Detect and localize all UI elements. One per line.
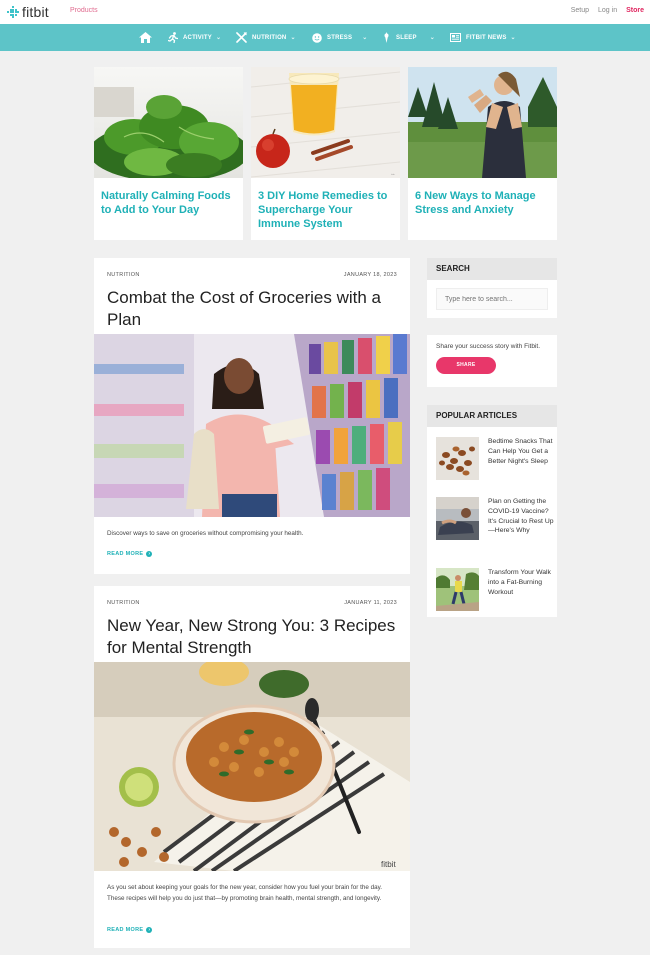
smile-icon (312, 32, 322, 43)
article-description: Discover ways to save on groceries witho… (107, 530, 304, 537)
popular-thumb-snacks[interactable] (436, 437, 479, 480)
nav-stress-label: STRESS (327, 34, 353, 41)
article-title[interactable]: Combat the Cost of Groceries with a Plan (107, 287, 403, 331)
featured-image-spinach (94, 67, 243, 178)
nav-nutrition[interactable]: NUTRITION ⌄ (236, 24, 296, 51)
nav-activity-label: ACTIVITY (183, 34, 212, 41)
running-icon (168, 32, 178, 43)
featured-card-calming-foods[interactable]: Naturally Calming Foods to Add to Your D… (94, 67, 243, 240)
article-description: As you set about keeping your goals for … (107, 884, 383, 902)
sidebar-popular-widget: POPULAR ARTICLES Bedtime Snacks That Can… (427, 405, 557, 617)
popular-article-item[interactable]: Plan on Getting the COVID-19 Vaccine? It… (436, 497, 554, 545)
featured-card-stress-anxiety[interactable]: 6 New Ways to Manage Stress and Anxiety (408, 67, 557, 240)
popular-article-item[interactable]: Bedtime Snacks That Can Help You Get a B… (436, 437, 554, 483)
moon-icon (384, 32, 389, 43)
nav-home[interactable] (139, 24, 157, 51)
top-bar: fitbit Products Setup Log in Store (0, 0, 650, 24)
article-card-recipes: NUTRITION JANUARY 11, 2023 New Year, New… (94, 586, 410, 948)
fitbit-logo[interactable]: fitbit (7, 4, 49, 20)
newspaper-icon (450, 33, 461, 42)
logo-text: fitbit (22, 4, 49, 20)
read-more-label: READ MORE (107, 551, 144, 557)
fitbit-watermark: fitbit (381, 860, 396, 869)
nav-stress[interactable]: STRESS ⌄ (312, 24, 367, 51)
chevron-down-icon: ⌄ (429, 35, 435, 41)
chevron-right-icon: › (146, 927, 153, 933)
read-more-link[interactable]: READ MORE › (107, 927, 153, 933)
share-button[interactable]: SHARE (436, 357, 496, 374)
popular-thumb-resting[interactable] (436, 497, 479, 540)
featured-image-remedies: ◦◦ (251, 67, 400, 178)
popular-heading: POPULAR ARTICLES (427, 405, 557, 427)
sidebar-search-widget: SEARCH (427, 258, 557, 318)
article-image-chickpea-bowl[interactable]: fitbit (94, 662, 410, 871)
chevron-down-icon: ⌄ (362, 35, 368, 41)
featured-title[interactable]: 3 DIY Home Remedies to Supercharge Your … (258, 189, 396, 231)
nav-activity[interactable]: ACTIVITY ⌄ (168, 24, 221, 51)
article-image-grocery-shopper[interactable] (94, 334, 410, 517)
utensils-icon (236, 32, 247, 43)
read-more-link[interactable]: READ MORE › (107, 551, 153, 557)
nav-sleep[interactable]: SLEEP ⌄ (382, 24, 435, 51)
products-link[interactable]: Products (70, 7, 98, 14)
fitbit-logo-icon (7, 6, 20, 19)
nav-sleep-label: SLEEP (396, 34, 417, 41)
share-text: Share your success story with Fitbit. (436, 343, 541, 350)
popular-article-title[interactable]: Plan on Getting the COVID-19 Vaccine? It… (488, 497, 554, 536)
popular-thumb-walking[interactable] (436, 568, 479, 611)
nav-nutrition-label: NUTRITION (252, 34, 287, 41)
read-more-label: READ MORE (107, 927, 144, 933)
main-nav: ACTIVITY ⌄ NUTRITION ⌄ STRESS ⌄ SLEEP ⌄ … (0, 24, 650, 51)
home-icon (139, 32, 152, 43)
login-link[interactable]: Log in (598, 7, 617, 14)
search-heading: SEARCH (427, 258, 557, 280)
top-right-links: Setup Log in Store (571, 7, 644, 14)
nav-fitbit-news-label: FITBIT NEWS (466, 34, 507, 41)
sidebar-share-widget: Share your success story with Fitbit. SH… (427, 335, 557, 387)
nav-fitbit-news[interactable]: FITBIT NEWS ⌄ (450, 24, 516, 51)
search-input[interactable] (436, 288, 548, 310)
store-link[interactable]: Store (626, 7, 644, 14)
article-category[interactable]: NUTRITION (107, 600, 140, 606)
setup-link[interactable]: Setup (571, 7, 589, 14)
article-title[interactable]: New Year, New Strong You: 3 Recipes for … (107, 615, 403, 659)
svg-text:◦◦: ◦◦ (391, 172, 395, 178)
article-card-groceries: NUTRITION JANUARY 18, 2023 Combat the Co… (94, 258, 410, 574)
chevron-down-icon: ⌄ (290, 35, 296, 41)
featured-card-home-remedies[interactable]: ◦◦ 3 DIY Home Remedies to Supercharge Yo… (251, 67, 400, 240)
featured-title[interactable]: 6 New Ways to Manage Stress and Anxiety (415, 189, 553, 217)
article-category[interactable]: NUTRITION (107, 272, 140, 278)
popular-article-title[interactable]: Transform Your Walk into a Fat-Burning W… (488, 568, 554, 597)
featured-image-woman-stretching (408, 67, 557, 178)
popular-article-item[interactable]: Transform Your Walk into a Fat-Burning W… (436, 568, 551, 612)
chevron-right-icon: › (146, 551, 153, 557)
chevron-down-icon: ⌄ (215, 35, 222, 41)
featured-title[interactable]: Naturally Calming Foods to Add to Your D… (101, 189, 239, 217)
article-date: JANUARY 11, 2023 (344, 600, 397, 606)
chevron-down-icon: ⌄ (510, 35, 516, 41)
article-date: JANUARY 18, 2023 (343, 272, 397, 278)
popular-article-title[interactable]: Bedtime Snacks That Can Help You Get a B… (488, 437, 554, 466)
